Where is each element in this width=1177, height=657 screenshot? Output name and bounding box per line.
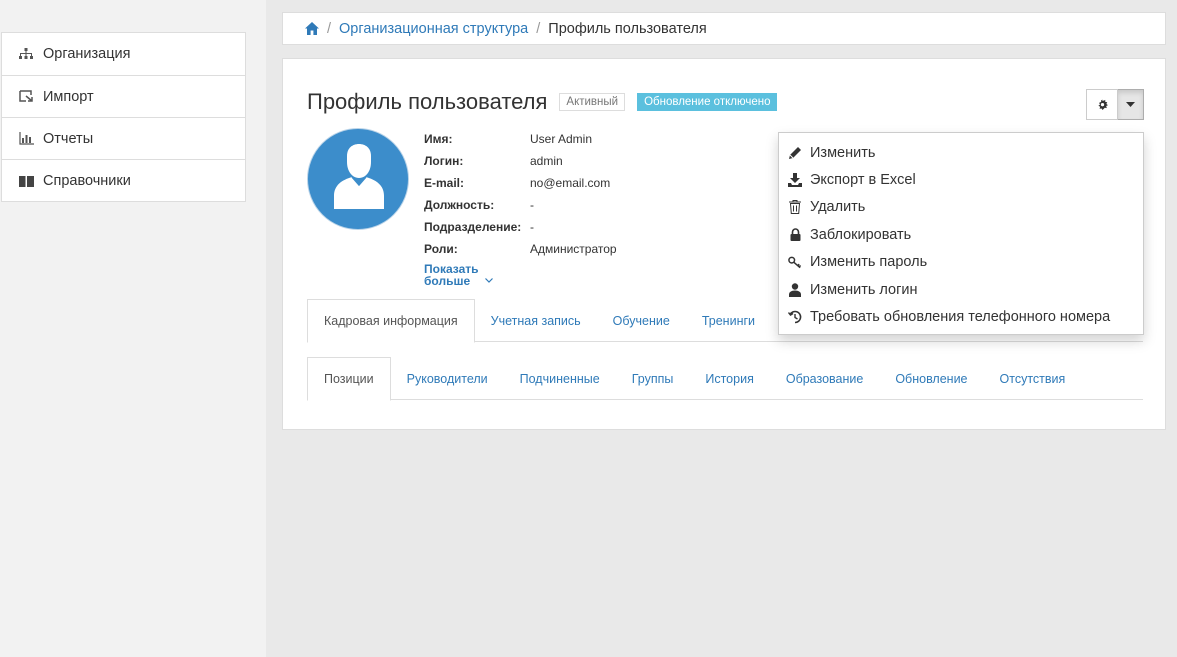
- sidebar-item-reports[interactable]: Отчеты: [2, 117, 245, 159]
- actions-dropdown-menu: Изменить Экспорт в Excel Удалить Заблоки…: [778, 132, 1144, 335]
- history-icon: [788, 310, 802, 324]
- info-row-login: Логин: admin: [424, 150, 617, 172]
- pencil-icon: [788, 146, 802, 160]
- menu-item-label: Изменить логин: [810, 281, 918, 298]
- profile-info: Имя: User Admin Логин: admin E-mail: no@…: [424, 128, 617, 287]
- breadcrumb-link-org-structure[interactable]: Организационная структура: [339, 21, 528, 37]
- info-row-roles: Роли: Администратор: [424, 238, 617, 260]
- sidebar-item-label: Импорт: [43, 88, 94, 105]
- caret-down-icon: [1126, 102, 1135, 107]
- sidebar-item-label: Отчеты: [43, 130, 94, 147]
- menu-item-delete[interactable]: Удалить: [779, 194, 1143, 221]
- sitemap-icon: [18, 46, 34, 62]
- home-icon[interactable]: [305, 22, 319, 35]
- info-row-department: Подразделение: -: [424, 216, 617, 238]
- info-key: Роли:: [424, 242, 458, 256]
- sidebar-item-label: Справочники: [43, 172, 131, 189]
- menu-item-label: Изменить пароль: [810, 254, 928, 271]
- tab-education[interactable]: Обучение: [597, 299, 686, 342]
- tab-hr-info[interactable]: Кадровая информация: [307, 299, 475, 343]
- trash-icon: [788, 200, 802, 215]
- dropdown-toggle-button[interactable]: [1118, 89, 1144, 120]
- status-badge-active: Активный: [559, 93, 626, 111]
- menu-item-label: Заблокировать: [810, 226, 912, 243]
- menu-item-edit[interactable]: Изменить: [779, 139, 1143, 166]
- sidebar: Организация Импорт Отчеты Справочники: [0, 0, 266, 657]
- tab-positions[interactable]: Позиции: [307, 357, 391, 401]
- page-title: Профиль пользователя: [307, 89, 548, 114]
- gear-icon: [1097, 99, 1108, 110]
- menu-item-change-login[interactable]: Изменить логин: [779, 276, 1143, 303]
- sidebar-item-import[interactable]: Импорт: [2, 75, 245, 117]
- menu-item-label: Экспорт в Excel: [810, 172, 916, 189]
- info-key: Должность:: [424, 198, 495, 212]
- tab-education-records[interactable]: Образование: [770, 357, 879, 400]
- info-value: admin: [530, 154, 563, 168]
- tab-groups[interactable]: Группы: [616, 357, 690, 400]
- tab-account[interactable]: Учетная запись: [475, 299, 597, 342]
- breadcrumb: / Организационная структура / Профиль по…: [282, 12, 1166, 45]
- menu-item-label: Удалить: [810, 199, 866, 216]
- menu-item-block[interactable]: Заблокировать: [779, 221, 1143, 248]
- menu-item-label: Требовать обновления телефонного номера: [810, 309, 1111, 326]
- sidebar-item-label: Организация: [43, 46, 131, 62]
- key-icon: [788, 255, 802, 269]
- menu-item-require-phone-update[interactable]: Требовать обновления телефонного номера: [779, 303, 1143, 330]
- sidebar-item-organization[interactable]: Организация: [2, 33, 245, 75]
- info-key: Логин:: [424, 154, 464, 168]
- menu-item-export-excel[interactable]: Экспорт в Excel: [779, 166, 1143, 193]
- tab-update[interactable]: Обновление: [879, 357, 983, 400]
- info-row-name: Имя: User Admin: [424, 128, 617, 150]
- info-key: Имя:: [424, 132, 453, 146]
- info-value: -: [530, 220, 534, 234]
- secondary-tabs: Позиции Руководители Подчиненные Группы …: [307, 357, 1143, 401]
- show-more-label-line2: больше: [424, 274, 471, 288]
- tab-absences[interactable]: Отсутствия: [984, 357, 1082, 400]
- import-icon: [18, 89, 34, 105]
- menu-item-change-password[interactable]: Изменить пароль: [779, 249, 1143, 276]
- download-icon: [788, 173, 802, 188]
- chevron-down-icon: [484, 275, 493, 287]
- tab-managers[interactable]: Руководители: [391, 357, 504, 400]
- lock-icon: [788, 228, 802, 242]
- user-silhouette-icon: [334, 144, 384, 209]
- avatar: [307, 128, 409, 230]
- breadcrumb-separator: /: [536, 20, 541, 37]
- show-more-link[interactable]: Показать больше: [424, 263, 617, 287]
- book-icon: [18, 173, 34, 189]
- user-icon: [788, 282, 802, 297]
- info-row-position: Должность: -: [424, 194, 617, 216]
- title-row: Профиль пользователя Активный Обновление…: [307, 89, 778, 115]
- info-value: User Admin: [530, 132, 593, 146]
- status-badge-update-disabled: Обновление отключено: [637, 93, 778, 111]
- tab-trainings[interactable]: Тренинги: [686, 299, 771, 342]
- tab-history[interactable]: История: [689, 357, 769, 400]
- chart-icon: [18, 131, 34, 147]
- info-row-email: E-mail: no@email.com: [424, 172, 617, 194]
- tab-subordinates[interactable]: Подчиненные: [504, 357, 616, 400]
- info-value: Администратор: [530, 242, 617, 256]
- info-value: no@email.com: [530, 176, 611, 190]
- info-value: -: [530, 198, 534, 212]
- settings-button[interactable]: [1086, 89, 1118, 120]
- menu-item-label: Изменить: [810, 144, 876, 161]
- sidebar-item-directories[interactable]: Справочники: [2, 159, 245, 201]
- sidebar-menu: Организация Импорт Отчеты Справочники: [1, 32, 246, 202]
- breadcrumb-separator: /: [327, 20, 332, 37]
- info-key: Подразделение:: [424, 220, 522, 234]
- info-key: E-mail:: [424, 176, 465, 190]
- actions-button-group: [1086, 89, 1144, 120]
- breadcrumb-current: Профиль пользователя: [548, 20, 707, 37]
